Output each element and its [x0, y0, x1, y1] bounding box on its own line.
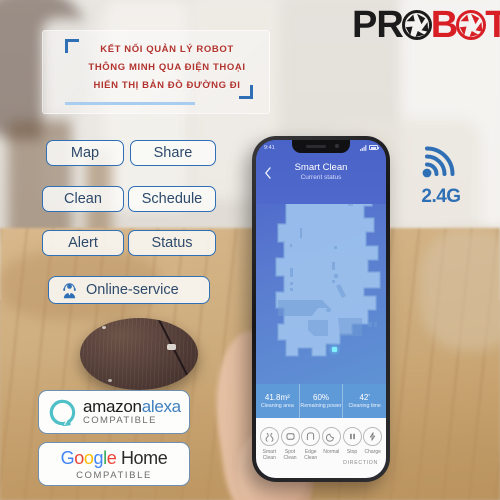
robot-sensor-1 [102, 326, 106, 329]
status-bar-indicators [360, 144, 379, 151]
badge-google-home: Google Home COMPATIBLE [38, 442, 190, 486]
feature-button-map[interactable]: Map [46, 140, 124, 166]
front-camera [335, 144, 339, 148]
edge-clean-icon [301, 427, 321, 446]
google-letter-g: G [60, 447, 75, 468]
phone-notch [292, 140, 350, 153]
stop-icon [342, 427, 362, 446]
feature-row-3: Alert Status [42, 230, 216, 256]
alexa-word-alexa: alexa [141, 397, 181, 417]
headline-line-2: THÔNG MINH QUA ĐIỆN THOẠI [88, 62, 246, 73]
feature-button-online-service[interactable]: Online-service [48, 276, 210, 304]
control-smart-clean[interactable]: Smart Clean [259, 427, 280, 462]
stat-label: Cleaning area [260, 403, 294, 409]
bg-floor-shade-2 [420, 230, 500, 350]
normal-mode-icon [321, 427, 341, 446]
logo-text-pr: PR [352, 4, 404, 46]
stat-label: Cleaning time [348, 403, 381, 409]
banner-underline [65, 102, 195, 105]
control-panel: Smart Clean Spot Clean Edge Clean Normal… [256, 418, 386, 478]
status-bar-time: 9:41 [264, 144, 275, 151]
direction-label: DIRECTION [343, 460, 378, 466]
feature-button-schedule[interactable]: Schedule [128, 186, 216, 212]
back-button[interactable] [264, 166, 271, 184]
aperture-o-icon-dark [401, 10, 432, 40]
feature-button-status[interactable]: Status [128, 230, 216, 256]
google-letter-o1: o [74, 447, 84, 468]
wifi-24g-badge: 2.4G [418, 146, 464, 208]
google-compatible-label: COMPATIBLE [76, 469, 152, 481]
control-label: Edge Clean [304, 449, 318, 462]
battery-icon [369, 145, 379, 150]
alexa-compatible-label: COMPATIBLE [83, 414, 157, 426]
google-letter-g2: g [93, 447, 104, 468]
google-home-wordmark: Google Home [61, 448, 168, 469]
alexa-word-amazon: amazon [83, 397, 142, 417]
map-floorplan [275, 187, 381, 357]
robot-sensor-2 [108, 379, 112, 382]
feature-button-clean[interactable]: Clean [42, 186, 124, 212]
robot-position-marker [332, 347, 337, 352]
control-label: Normal [323, 449, 340, 455]
app-title: Smart Clean [294, 162, 348, 173]
google-word-home: Home [116, 447, 168, 468]
alexa-ring-icon [49, 399, 76, 427]
control-edge-clean[interactable]: Edge Clean [300, 427, 321, 462]
robot-power-button [167, 344, 176, 350]
control-button-row: Smart Clean Spot Clean Edge Clean Normal… [256, 418, 386, 462]
headline-line-1: KẾT NỐI QUẢN LÝ ROBOT [100, 44, 234, 55]
logo-text-t: T [485, 4, 500, 46]
app-subtitle: Current status [300, 174, 342, 181]
charge-icon [363, 427, 383, 446]
badge-amazon-alexa: amazonalexa COMPATIBLE [38, 390, 190, 434]
stat-remaining-power: 60% Remaining power [300, 384, 344, 418]
online-service-label: Online-service [86, 282, 179, 298]
headline-banner: KẾT NỐI QUẢN LÝ ROBOT THÔNG MINH QUA ĐIỆ… [42, 30, 270, 114]
earpiece-speaker [306, 145, 326, 148]
control-label: Spot Clean [283, 449, 297, 462]
wifi-label: 2.4G [421, 186, 461, 207]
feature-row-2: Clean Schedule [42, 186, 216, 212]
stat-cleaning-time: 42' Cleaning time [343, 384, 386, 418]
feature-button-alert[interactable]: Alert [42, 230, 124, 256]
control-normal-mode[interactable]: Normal [321, 427, 342, 462]
control-label: Charge [364, 449, 381, 455]
control-stop[interactable]: Stop [342, 427, 363, 462]
feature-button-share[interactable]: Share [130, 140, 216, 166]
cleaning-map[interactable] [256, 184, 386, 384]
stat-label: Remaining power [300, 403, 342, 409]
stat-value: 42' [359, 393, 370, 402]
google-letter-e: e [106, 447, 117, 468]
probot-logo: PR B T [352, 6, 500, 44]
robot-vacuum-device [80, 318, 198, 390]
phone-screen: 9:41 Smart Clean Current status 41.8m² C… [256, 140, 386, 478]
stat-value: 60% [313, 393, 330, 402]
smart-clean-icon [259, 427, 279, 446]
smartphone-mockup: 9:41 Smart Clean Current status 41.8m² C… [252, 136, 390, 482]
signal-icon [360, 144, 367, 151]
logo-text-b: B [430, 4, 458, 46]
aperture-o-icon-red [456, 10, 487, 40]
bg-object-leg-1 [8, 120, 72, 240]
feature-row-1: Map Share [46, 140, 216, 166]
control-label: Smart Clean [262, 449, 276, 462]
wifi-icon [418, 146, 464, 185]
support-agent-icon [61, 282, 78, 299]
spot-clean-icon [280, 427, 300, 446]
control-spot-clean[interactable]: Spot Clean [280, 427, 301, 462]
control-charge[interactable]: Charge [362, 427, 383, 462]
robot-surface-texture [80, 318, 198, 390]
headline-line-3: HIỂN THỊ BẢN ĐỒ ĐƯỜNG ĐI [93, 80, 241, 91]
stat-cleaning-area: 41.8m² Cleaning area [256, 384, 300, 418]
control-label: Stop [346, 449, 358, 455]
stats-row: 41.8m² Cleaning area 60% Remaining power… [256, 384, 386, 418]
stat-value: 41.8m² [264, 393, 290, 402]
